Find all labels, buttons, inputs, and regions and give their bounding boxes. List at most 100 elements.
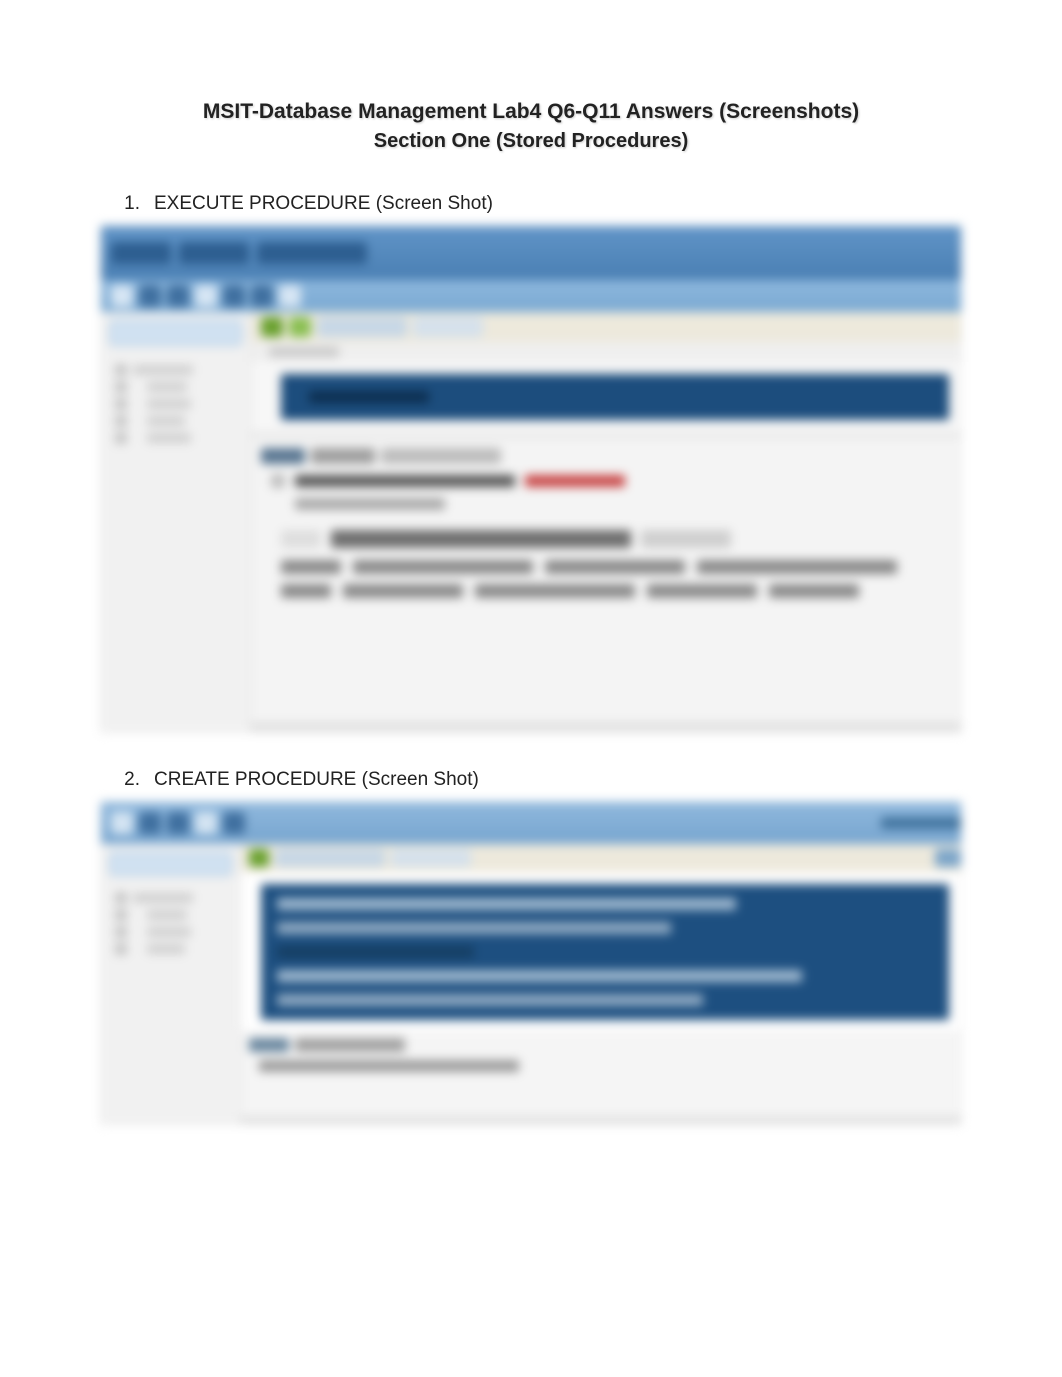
grid-cell xyxy=(769,584,859,598)
editor-tab xyxy=(391,849,471,867)
grid-cell xyxy=(281,530,321,548)
editor-tabbar xyxy=(251,312,961,342)
sql-line xyxy=(277,922,671,934)
run-button-icon xyxy=(249,849,269,867)
object-explorer-panel xyxy=(101,312,251,732)
list-item-2-label: CREATE PROCEDURE (Screen Shot) xyxy=(154,769,479,791)
run-button-icon xyxy=(261,317,283,337)
tree-label xyxy=(147,399,191,409)
grid-cell xyxy=(545,560,685,574)
toolbar-text xyxy=(881,817,961,829)
list-item-1-number: 1. xyxy=(100,193,154,215)
sql-line xyxy=(277,994,703,1006)
tree-icon xyxy=(115,415,127,427)
tree-label xyxy=(133,365,193,375)
toolbar-button-icon xyxy=(223,285,245,307)
object-explorer-panel xyxy=(101,844,241,1124)
results-message-error xyxy=(525,475,625,487)
grid-cell xyxy=(281,584,331,598)
tree-icon xyxy=(115,943,127,955)
status-bar xyxy=(241,1116,961,1124)
list-item-1: 1. EXECUTE PROCEDURE (Screen Shot) xyxy=(100,193,962,215)
grid-cell xyxy=(353,560,533,574)
grid-cell xyxy=(647,584,757,598)
toolbar-button-icon xyxy=(223,812,245,834)
list-item-2: 2. CREATE PROCEDURE (Screen Shot) xyxy=(100,769,962,791)
tree-icon xyxy=(115,398,127,410)
grid-cell xyxy=(331,530,631,548)
object-explorer-tree xyxy=(109,364,242,444)
title-block: MSIT-Database Management Lab4 Q6-Q11 Ans… xyxy=(100,100,962,153)
tree-icon xyxy=(115,381,127,393)
editor-caption-text xyxy=(269,347,339,357)
sql-line xyxy=(277,970,802,982)
editor-tab xyxy=(275,849,385,867)
tree-icon xyxy=(115,909,127,921)
ide-toolbar xyxy=(101,802,961,844)
tree-icon xyxy=(115,926,127,938)
grid-cell xyxy=(475,584,635,598)
grid-cell xyxy=(343,584,463,598)
tree-label xyxy=(147,944,185,954)
object-explorer-header xyxy=(109,852,232,876)
results-message-text xyxy=(259,1060,519,1072)
editor-tabbar xyxy=(241,844,961,872)
tree-icon xyxy=(115,892,127,904)
editor-tab-end xyxy=(935,849,961,867)
results-tab xyxy=(261,448,305,464)
tree-label xyxy=(147,416,185,426)
results-tab xyxy=(295,1038,405,1052)
grid-cell xyxy=(281,560,341,574)
sql-editor xyxy=(281,374,949,420)
toolbar-button-icon xyxy=(251,285,273,307)
editor-tab xyxy=(317,317,407,337)
info-icon xyxy=(271,474,285,488)
list-item-2-number: 2. xyxy=(100,769,154,791)
editor-tab xyxy=(413,317,483,337)
figure-execute-procedure xyxy=(100,225,962,733)
toolbar-button-icon xyxy=(167,812,189,834)
object-explorer-header xyxy=(109,320,242,346)
sql-line xyxy=(277,898,736,910)
grid-cell xyxy=(641,530,731,548)
ide-titlebar xyxy=(101,226,961,280)
results-message-text xyxy=(295,475,515,487)
sql-line xyxy=(277,946,474,958)
status-bar xyxy=(251,722,961,732)
toolbar-button-icon xyxy=(111,812,133,834)
document-title-main: MSIT-Database Management Lab4 Q6-Q11 Ans… xyxy=(100,100,962,124)
tree-icon xyxy=(115,432,127,444)
results-tabbar xyxy=(261,448,951,464)
results-subtext xyxy=(295,498,445,510)
results-tabbar xyxy=(249,1038,953,1052)
sql-line xyxy=(309,391,429,403)
results-message-row xyxy=(271,474,951,488)
tree-label xyxy=(147,382,187,392)
results-tab xyxy=(381,448,501,464)
ide-toolbar xyxy=(101,280,961,312)
titlebar-segment xyxy=(111,242,171,264)
results-pane xyxy=(251,438,961,722)
document-page: MSIT-Database Management Lab4 Q6-Q11 Ans… xyxy=(0,0,1062,1261)
tree-label xyxy=(147,433,191,443)
tree-label xyxy=(147,910,187,920)
object-explorer-tree xyxy=(109,892,232,955)
toolbar-button-icon xyxy=(195,285,217,307)
toolbar-button-icon xyxy=(167,285,189,307)
results-pane xyxy=(241,1030,961,1116)
tree-label xyxy=(133,893,193,903)
editor-caption xyxy=(251,342,961,362)
tree-icon xyxy=(115,364,127,376)
toolbar-button-icon xyxy=(139,285,161,307)
document-title-sub: Section One (Stored Procedures) xyxy=(100,130,962,153)
toolbar-button-icon xyxy=(139,812,161,834)
sql-editor xyxy=(261,884,949,1020)
figure-create-procedure xyxy=(100,801,962,1125)
toolbar-button-icon xyxy=(195,812,217,834)
grid-cell xyxy=(697,560,897,574)
results-tab xyxy=(249,1038,289,1052)
tree-label xyxy=(147,927,191,937)
titlebar-segment xyxy=(179,242,249,264)
results-grid xyxy=(281,530,951,598)
toolbar-button-icon xyxy=(279,285,301,307)
